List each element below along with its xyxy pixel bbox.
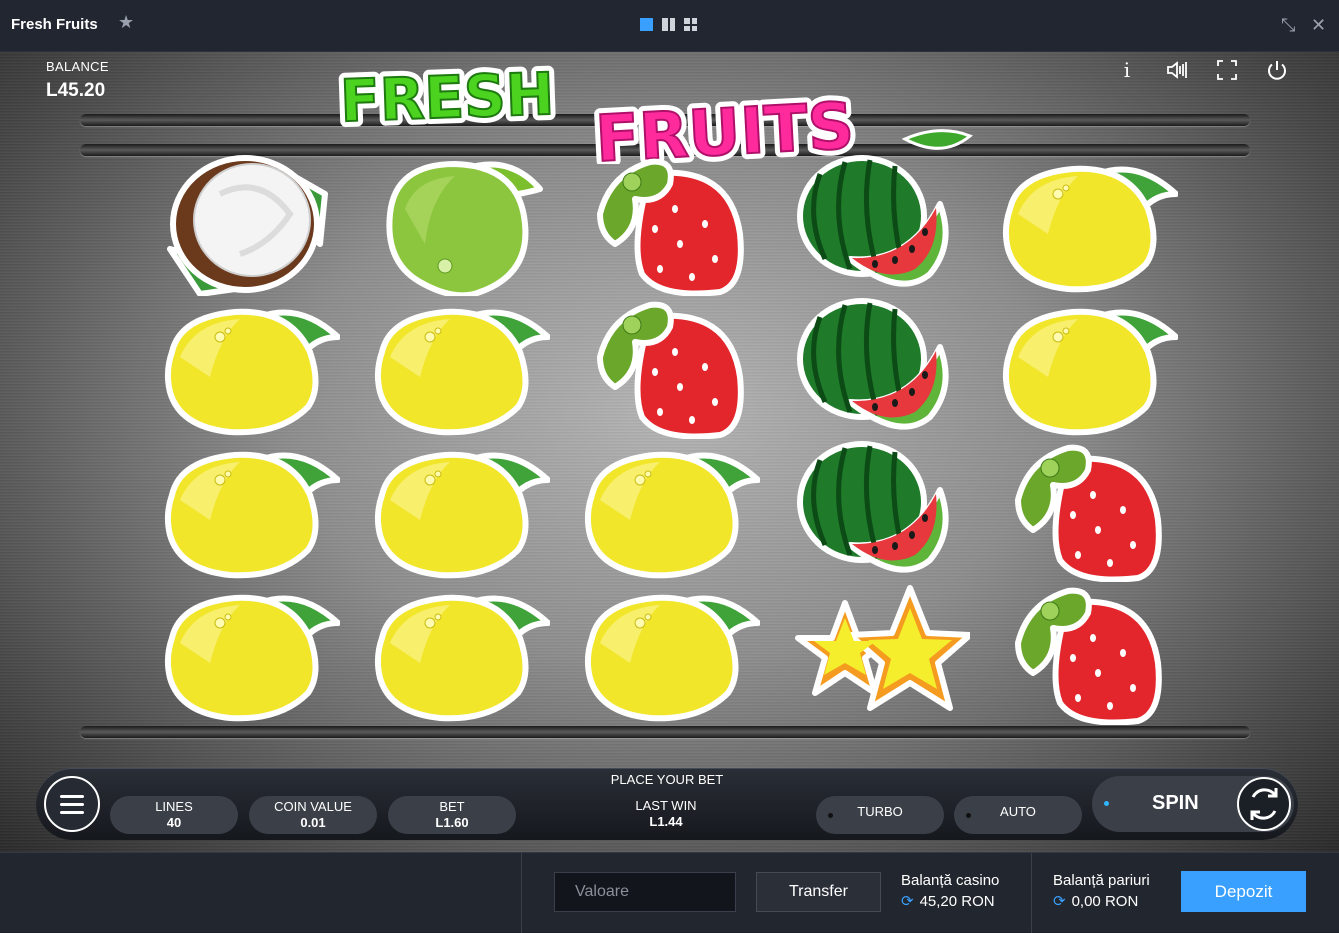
bets-balance-value: 0,00 RON [1071, 892, 1139, 910]
logo-leaf-icon [901, 129, 973, 150]
game-logo: FRESH FRESH FRUITS FRUITS [333, 54, 973, 164]
watermelon-symbol [790, 154, 970, 296]
auto-button[interactable]: AUTO [954, 796, 1082, 834]
close-icon[interactable]: ✕ [1311, 15, 1326, 36]
deposit-button[interactable]: Depozit [1181, 871, 1306, 912]
sound-icon[interactable] [1165, 58, 1189, 82]
account-bar: Transfer Balanță casino ⟳ 45,20 RON Balan… [0, 852, 1339, 933]
minimize-icon[interactable]: ⤡ [1281, 15, 1295, 36]
casino-balance-value: 45,20 RON [919, 892, 995, 910]
lemon-symbol [998, 297, 1179, 439]
lemon-symbol [580, 440, 761, 582]
game-toolbar: i [1115, 58, 1289, 82]
bet-selector[interactable]: BET L1.60 [388, 796, 516, 834]
casino-balance: Balanță casino ⟳ 45,20 RON [901, 872, 999, 910]
spin-indicator [1104, 801, 1109, 806]
strawberry-symbol [580, 154, 760, 297]
last-win-value: L1.44 [649, 814, 683, 829]
turbo-label: TURBO [857, 804, 903, 819]
lemon-symbol [370, 440, 551, 582]
lemon-symbol [370, 297, 551, 439]
divider [1031, 853, 1032, 933]
transfer-button[interactable]: Transfer [756, 872, 881, 912]
star-symbol [790, 583, 973, 725]
coin-value: 0.01 [300, 815, 326, 830]
balance-label: BALANCE [46, 59, 109, 74]
balance-value: L45.20 [46, 80, 106, 101]
lines-selector[interactable]: LINES 40 [110, 796, 238, 834]
window-titlebar: Fresh Fruits ★ ⤡ ✕ [0, 0, 1339, 52]
coin-value-selector[interactable]: COIN VALUE 0.01 [249, 796, 377, 834]
grid-view-icon[interactable] [684, 18, 697, 31]
spin-label: SPIN [1152, 792, 1199, 814]
view-switcher [640, 18, 697, 31]
turbo-indicator [828, 813, 833, 818]
star-icon[interactable]: ★ [118, 12, 134, 33]
bet-label: BET [439, 799, 465, 814]
refresh-icon[interactable]: ⟳ [901, 892, 914, 910]
spin-button[interactable] [1237, 777, 1291, 831]
control-bar: PLACE YOUR BET LINES 40 COIN VALUE 0.01 … [36, 768, 1298, 840]
amount-input[interactable] [554, 872, 736, 912]
strawberry-symbol [580, 297, 760, 440]
bet-value: L1.60 [435, 815, 469, 830]
watermelon-symbol [790, 297, 970, 439]
watermelon-symbol [790, 440, 970, 582]
split-view-icon[interactable] [662, 18, 675, 31]
menu-button[interactable] [44, 776, 100, 832]
lines-label: LINES [155, 799, 193, 814]
divider [521, 853, 522, 933]
turbo-button[interactable]: TURBO [816, 796, 944, 834]
lemon-symbol [370, 583, 551, 725]
strawberry-symbol [998, 440, 1178, 583]
power-icon[interactable] [1265, 58, 1289, 82]
strawberry-symbol [998, 583, 1178, 726]
auto-indicator [966, 813, 971, 818]
coconut-symbol [160, 154, 340, 297]
bets-balance: Balanță pariuri ⟳ 0,00 RON [1053, 872, 1150, 910]
spin-refresh-icon [1250, 788, 1278, 820]
fullscreen-icon[interactable] [1215, 58, 1239, 82]
logo-word-1-fill: FRESH [339, 60, 555, 135]
lemon-symbol [998, 154, 1179, 296]
bets-balance-label: Balanță pariuri [1053, 872, 1150, 889]
reel-grid [160, 152, 1190, 732]
game-area: BALANCE L45.20 FRESH FRESH FRUITS FRUITS… [0, 52, 1339, 852]
spin-control[interactable]: SPIN [1092, 776, 1294, 832]
info-icon[interactable]: i [1115, 58, 1139, 82]
lemon-symbol [160, 440, 341, 582]
lemon-symbol [160, 297, 341, 439]
lemon-symbol [580, 583, 761, 725]
lime-symbol [370, 154, 550, 299]
auto-label: AUTO [1000, 804, 1036, 819]
refresh-icon[interactable]: ⟳ [1053, 892, 1066, 910]
last-win: LAST WIN L1.44 [596, 798, 736, 830]
single-view-icon[interactable] [640, 18, 653, 31]
window-title: Fresh Fruits [11, 16, 98, 33]
lines-value: 40 [166, 815, 182, 830]
coin-value-label: COIN VALUE [274, 799, 352, 814]
last-win-label: LAST WIN [635, 798, 697, 813]
casino-balance-label: Balanță casino [901, 872, 1000, 889]
lemon-symbol [160, 583, 341, 725]
